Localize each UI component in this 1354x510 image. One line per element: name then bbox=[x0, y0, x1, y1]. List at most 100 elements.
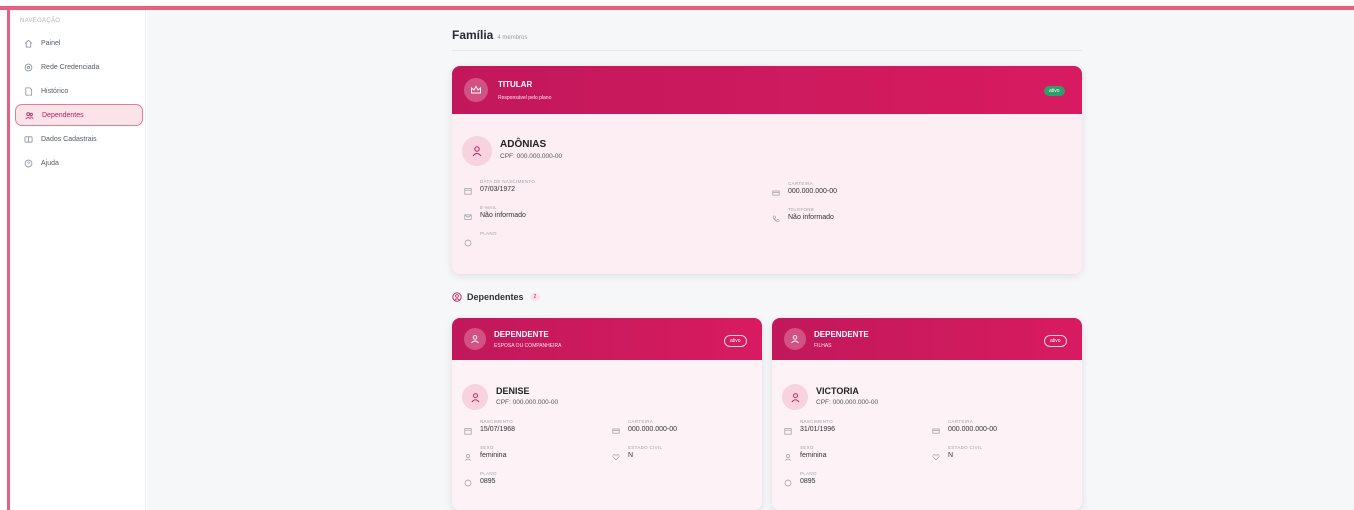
page-title: Família 4 membros bbox=[452, 28, 527, 42]
card-icon bbox=[932, 422, 940, 434]
sidebar: NAVEGAÇÃO Painel Rede Credenciada Histór… bbox=[10, 10, 146, 510]
avatar bbox=[462, 384, 488, 410]
dependent-card[interactable]: DEPENDENTE ESPOSA OU COMPANHEIRA ativo D… bbox=[452, 318, 762, 510]
card-number-value: 000.000.000-00 bbox=[628, 426, 678, 433]
status-badge: ativo bbox=[1044, 86, 1065, 96]
sidebar-item-label: Ajuda bbox=[41, 159, 59, 167]
home-icon bbox=[23, 38, 33, 48]
dependent-cpf: CPF: 000.000.000-00 bbox=[816, 399, 879, 406]
plan-label: PLANO bbox=[480, 471, 497, 476]
sex-value: feminina bbox=[800, 452, 827, 459]
heart-icon bbox=[612, 448, 620, 461]
sidebar-item-label: Painel bbox=[41, 39, 61, 47]
titular-name: ADÔNIAS bbox=[500, 139, 547, 150]
gender-icon bbox=[784, 448, 792, 461]
titular-header-title: TITULAR bbox=[498, 80, 533, 89]
dependent-header-subtitle: FILHAS bbox=[814, 343, 832, 349]
dependent-cpf: CPF: 000.000.000-00 bbox=[496, 399, 559, 406]
page-title-text: Família bbox=[452, 28, 494, 42]
user-icon bbox=[784, 328, 806, 350]
dependent-card-header: DEPENDENTE FILHAS ativo bbox=[772, 318, 1082, 360]
sidebar-item-dados-cadastrais[interactable]: Dados Cadastrais bbox=[15, 128, 143, 150]
sex-label: SEXO bbox=[800, 445, 814, 450]
civil-status-value: N bbox=[628, 452, 634, 459]
card-icon bbox=[772, 184, 780, 196]
location-icon bbox=[23, 62, 33, 72]
titular-card[interactable]: TITULAR Responsável pelo plano ativo ADÔ… bbox=[452, 66, 1082, 274]
birth-date-label: NASCIMENTO bbox=[480, 419, 513, 424]
avatar bbox=[782, 384, 808, 410]
sex-label: SEXO bbox=[480, 445, 494, 450]
users-icon bbox=[24, 110, 34, 120]
sidebar-item-label: Histórico bbox=[41, 87, 69, 95]
plan-value: 0895 bbox=[800, 478, 816, 485]
titular-cpf: CPF: 000.000.000-00 bbox=[500, 153, 563, 160]
sidebar-item-label: Dados Cadastrais bbox=[41, 135, 97, 143]
users-circle-icon bbox=[452, 292, 462, 302]
status-badge: ativo bbox=[724, 335, 747, 347]
birth-date-value: 15/07/1968 bbox=[480, 426, 516, 433]
phone-label: TELEFONE bbox=[788, 207, 815, 212]
civil-status-label: ESTADO CIVIL bbox=[628, 445, 663, 450]
birth-date-label: NASCIMENTO bbox=[800, 419, 833, 424]
plan-icon bbox=[464, 234, 472, 247]
birth-date-value: 31/01/1996 bbox=[800, 426, 836, 433]
status-badge: ativo bbox=[1044, 335, 1067, 347]
birth-date-value: 07/03/1972 bbox=[480, 186, 516, 193]
dependent-header-subtitle: ESPOSA OU COMPANHEIRA bbox=[494, 343, 562, 349]
card-number-label: CARTEIRA bbox=[628, 419, 654, 424]
calendar-icon bbox=[464, 422, 472, 435]
dependents-section-label: Dependentes bbox=[467, 292, 524, 302]
sidebar-item-painel[interactable]: Painel bbox=[15, 32, 143, 54]
sidebar-item-dependentes[interactable]: Dependentes bbox=[15, 104, 143, 126]
nav-heading: NAVEGAÇÃO bbox=[20, 18, 61, 24]
civil-status-value: N bbox=[948, 452, 954, 459]
card-icon bbox=[612, 422, 620, 434]
divider bbox=[452, 50, 1082, 51]
plan-value: 0895 bbox=[480, 478, 496, 485]
sidebar-item-label: Dependentes bbox=[42, 111, 84, 119]
user-icon bbox=[464, 328, 486, 350]
mail-icon bbox=[464, 208, 472, 220]
dependent-name: DENISE bbox=[496, 386, 530, 396]
birth-date-label: DATA DE NASCIMENTO bbox=[480, 179, 536, 184]
main-content: Família 4 membros TITULAR Responsável pel… bbox=[147, 10, 1354, 510]
card-number-value: 000.000.000-00 bbox=[948, 426, 998, 433]
sidebar-item-label: Rede Credenciada bbox=[41, 63, 100, 71]
dependents-section-title: Dependentes 2 bbox=[452, 292, 541, 302]
dependent-header-title: DEPENDENTE bbox=[814, 330, 869, 339]
card-number-label: CARTEIRA bbox=[948, 419, 974, 424]
sex-value: feminina bbox=[480, 452, 507, 459]
avatar bbox=[462, 136, 492, 166]
member-count: 4 membros bbox=[497, 35, 528, 41]
dependent-card[interactable]: DEPENDENTE FILHAS ativo VICTORIA CPF: 00… bbox=[772, 318, 1082, 510]
plan-icon bbox=[464, 474, 472, 487]
card-number-value: 000.000.000-00 bbox=[788, 188, 838, 195]
sidebar-item-historico[interactable]: Histórico bbox=[15, 80, 143, 102]
plan-label: PLANO bbox=[480, 231, 497, 236]
email-label: E-MAIL bbox=[480, 205, 497, 210]
phone-icon bbox=[772, 210, 780, 222]
crown-icon bbox=[464, 78, 488, 102]
card-number-label: CARTEIRA bbox=[788, 181, 814, 186]
plan-icon bbox=[784, 474, 792, 487]
dependent-card-header: DEPENDENTE ESPOSA OU COMPANHEIRA ativo bbox=[452, 318, 762, 360]
help-icon bbox=[23, 158, 33, 168]
heart-icon bbox=[932, 448, 940, 461]
calendar-icon bbox=[784, 422, 792, 435]
calendar-icon bbox=[464, 182, 472, 195]
titular-header-subtitle: Responsável pelo plano bbox=[498, 95, 552, 101]
gender-icon bbox=[464, 448, 472, 461]
phone-value: Não informado bbox=[788, 214, 834, 221]
dependents-count-badge: 2 bbox=[529, 293, 541, 301]
id-card-icon bbox=[23, 134, 33, 144]
document-icon bbox=[23, 86, 33, 96]
civil-status-label: ESTADO CIVIL bbox=[948, 445, 983, 450]
email-value: Não informado bbox=[480, 212, 526, 219]
dependent-name: VICTORIA bbox=[816, 386, 859, 396]
plan-label: PLANO bbox=[800, 471, 817, 476]
titular-card-header: TITULAR Responsável pelo plano ativo bbox=[452, 66, 1082, 114]
sidebar-item-rede-credenciada[interactable]: Rede Credenciada bbox=[15, 56, 143, 78]
dependent-header-title: DEPENDENTE bbox=[494, 330, 549, 339]
sidebar-item-ajuda[interactable]: Ajuda bbox=[15, 152, 143, 174]
